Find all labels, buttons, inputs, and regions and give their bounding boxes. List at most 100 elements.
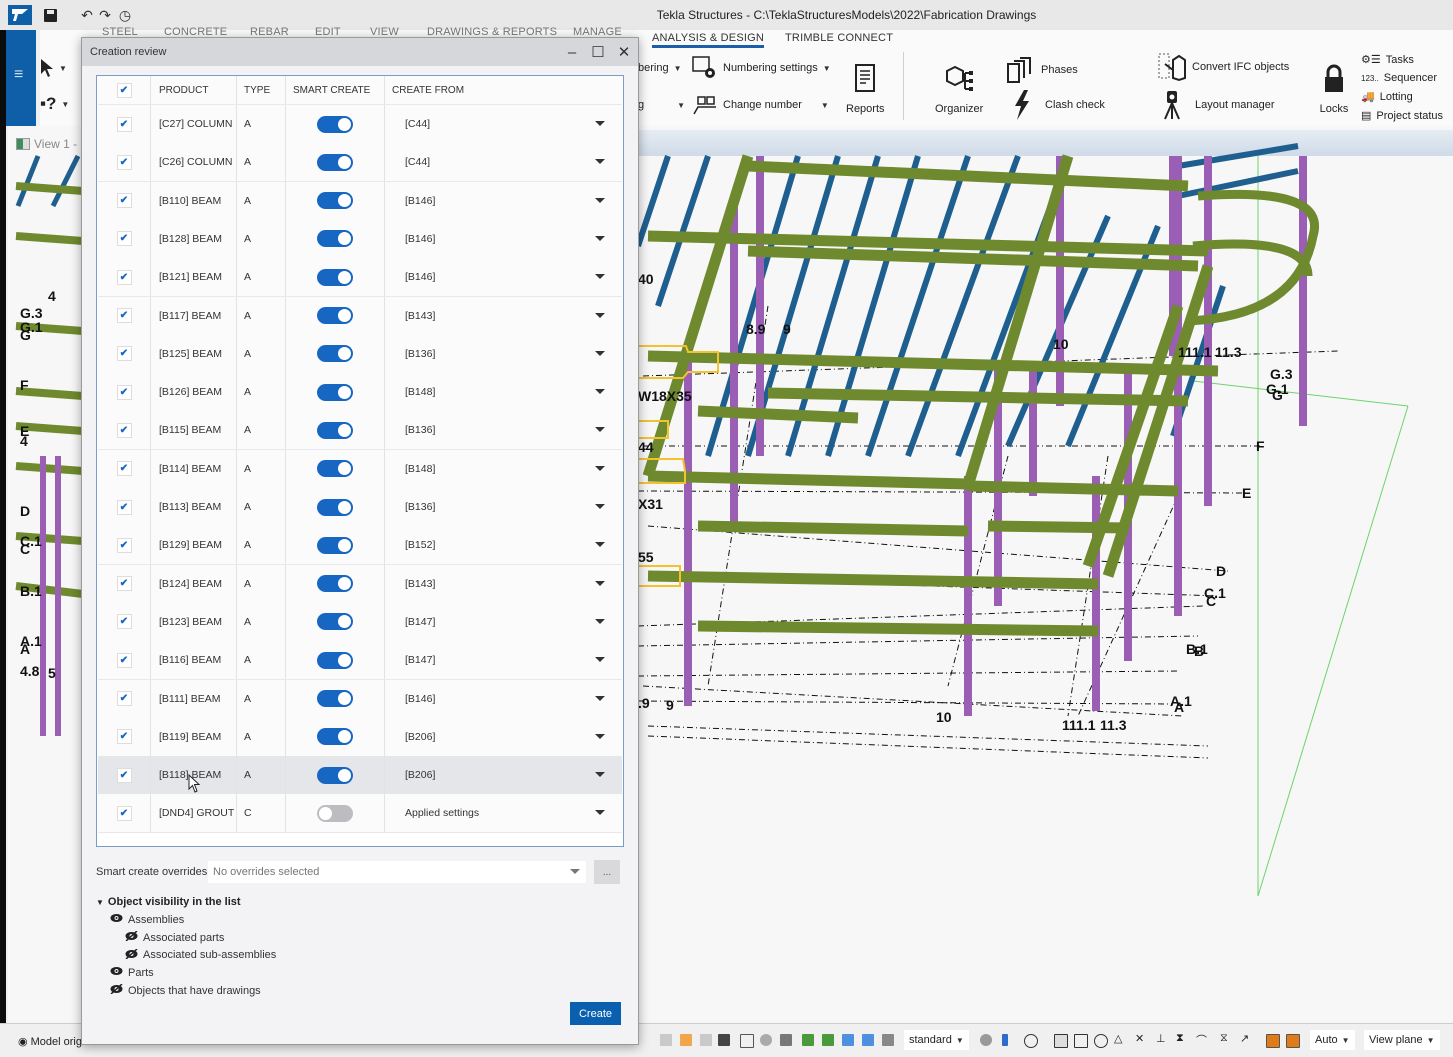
auto-dropdown[interactable]: Auto ▼ <box>1310 1030 1355 1050</box>
table-row[interactable]: ✔ [B121] BEAM A [B146] <box>98 258 622 298</box>
create-from-dropdown[interactable]: [B147] <box>385 603 622 641</box>
select-icon[interactable] <box>1002 1034 1008 1046</box>
snap-icon[interactable] <box>740 1034 754 1048</box>
filter-icon[interactable] <box>980 1034 992 1046</box>
visibility-item[interactable]: Assemblies <box>96 911 616 929</box>
numbering-settings-button[interactable]: Numbering settings ▼ <box>692 56 831 80</box>
table-row[interactable]: ✔ [DND4] GROUT C Applied settings <box>98 794 622 834</box>
snap-icon[interactable] <box>882 1034 894 1046</box>
snap-perpendicular-icon[interactable]: ⊥ <box>1156 1032 1166 1045</box>
table-row[interactable]: ✔ [B125] BEAM A [B136] <box>98 334 622 374</box>
snap-icon[interactable] <box>760 1034 772 1046</box>
model-origin-selector[interactable]: ◉ Model orig <box>18 1035 82 1049</box>
smart-create-toggle[interactable] <box>317 613 353 631</box>
create-from-dropdown[interactable]: [C44] <box>385 105 622 143</box>
row-checkbox[interactable]: ✔ <box>116 499 132 515</box>
dialog-title-bar[interactable]: Creation review – ☐ ✕ <box>82 38 638 66</box>
create-from-dropdown[interactable]: [C44] <box>385 143 622 181</box>
table-row[interactable]: ✔ [B111] BEAM A [B146] <box>98 679 622 719</box>
minimize-button[interactable]: – <box>561 42 583 62</box>
organizer-button[interactable]: Organizer <box>935 62 983 115</box>
create-from-dropdown[interactable]: [B136] <box>385 335 622 373</box>
smart-create-toggle[interactable] <box>317 153 353 171</box>
create-from-dropdown[interactable]: [B148] <box>385 450 622 488</box>
smart-create-toggle[interactable] <box>317 651 353 669</box>
create-from-dropdown[interactable]: [B136] <box>385 411 622 449</box>
column-header-create-from[interactable]: CREATE FROM <box>385 76 622 104</box>
snap-icon[interactable] <box>842 1034 854 1046</box>
smart-create-toggle[interactable] <box>317 268 353 286</box>
table-row[interactable]: ✔ [B129] BEAM A [B152] <box>98 526 622 566</box>
create-from-dropdown[interactable]: Applied settings <box>385 794 622 832</box>
snap-point-icon[interactable] <box>1266 1034 1280 1048</box>
view-plane-dropdown[interactable]: View plane ▼ <box>1364 1030 1440 1050</box>
tab-analysis-design[interactable]: ANALYSIS & DESIGN <box>652 32 765 48</box>
snap-icon[interactable] <box>660 1034 672 1046</box>
table-row[interactable]: ✔ [B114] BEAM A [B148] <box>98 449 622 489</box>
overrides-select[interactable]: No overrides selected <box>208 861 586 883</box>
snap-square-icon[interactable] <box>1074 1034 1088 1048</box>
table-row[interactable]: ✔ [B128] BEAM A [B146] <box>98 219 622 259</box>
smart-create-toggle[interactable] <box>317 383 353 401</box>
column-header-type[interactable]: TYPE <box>237 76 286 104</box>
smart-create-toggle[interactable] <box>317 690 353 707</box>
row-checkbox[interactable]: ✔ <box>116 537 132 553</box>
row-checkbox[interactable]: ✔ <box>116 422 132 438</box>
eye-icon[interactable] <box>1024 1034 1038 1048</box>
clash-check-button[interactable]: Clash check <box>1012 90 1105 120</box>
tab-trimble-connect[interactable]: TRIMBLE CONNECT <box>785 32 893 44</box>
create-from-dropdown[interactable]: [B146] <box>385 220 622 258</box>
locks-button[interactable]: Locks <box>1318 62 1350 115</box>
select-tool[interactable]: ▼ <box>40 58 67 78</box>
visibility-item[interactable]: Parts <box>96 964 616 982</box>
layout-manager-button[interactable]: Layout manager <box>1162 90 1275 120</box>
table-row[interactable]: ✔ [B119] BEAM A [B206] <box>98 717 622 757</box>
standard-dropdown[interactable]: standard ▼ <box>904 1030 969 1050</box>
row-checkbox[interactable]: ✔ <box>116 767 132 783</box>
snap-any-icon[interactable] <box>1286 1034 1300 1048</box>
snap-line-icon[interactable]: ⌒ <box>1196 1032 1207 1048</box>
table-row[interactable]: ✔ [B110] BEAM A [B146] <box>98 181 622 221</box>
row-checkbox[interactable]: ✔ <box>116 193 132 209</box>
table-row[interactable]: ✔ [B118] BEAM A [B206] <box>98 756 622 796</box>
numbering-button[interactable]: bering ▼ <box>638 62 682 74</box>
smart-create-toggle[interactable] <box>317 498 353 516</box>
create-from-dropdown[interactable]: [B146] <box>385 182 622 220</box>
project-status-button[interactable]: ▤ Project status <box>1361 109 1443 123</box>
create-button[interactable]: Create <box>570 1002 621 1025</box>
snap-hourglass-icon[interactable]: ⧖ <box>1220 1032 1228 1045</box>
smart-create-toggle[interactable] <box>317 421 353 439</box>
snap-box-icon[interactable] <box>1054 1034 1068 1048</box>
smart-create-toggle[interactable] <box>317 460 353 478</box>
create-from-dropdown[interactable]: [B146] <box>385 680 622 718</box>
table-row[interactable]: ✔ [B124] BEAM A [B143] <box>98 564 622 604</box>
row-checkbox[interactable]: ✔ <box>116 116 132 132</box>
snap-icon[interactable] <box>700 1034 712 1046</box>
table-row[interactable]: ✔ [B113] BEAM A [B136] <box>98 488 622 527</box>
row-checkbox[interactable]: ✔ <box>116 461 132 477</box>
row-checkbox[interactable]: ✔ <box>116 346 132 362</box>
create-from-dropdown[interactable]: [B148] <box>385 373 622 411</box>
smart-create-toggle[interactable] <box>317 575 353 593</box>
visibility-item[interactable]: Associated sub-assemblies <box>96 946 616 964</box>
eye-off-icon[interactable] <box>125 948 138 962</box>
tasks-button[interactable]: ⚙☰ Tasks <box>1361 53 1414 67</box>
visibility-item[interactable]: Objects that have drawings <box>96 982 616 1000</box>
object-visibility-toggle[interactable]: ▼ Object visibility in the list <box>96 893 616 911</box>
create-from-dropdown[interactable]: [B143] <box>385 297 622 335</box>
create-from-dropdown[interactable]: [B206] <box>385 756 622 794</box>
smart-create-toggle[interactable] <box>317 115 353 133</box>
snap-circle-icon[interactable] <box>1094 1034 1108 1048</box>
maximize-button[interactable]: ☐ <box>587 42 609 62</box>
snap-cross-icon[interactable]: ✕ <box>1135 1032 1144 1045</box>
table-row[interactable]: ✔ [B126] BEAM A [B148] <box>98 373 622 413</box>
row-checkbox[interactable]: ✔ <box>116 576 132 592</box>
row-checkbox[interactable]: ✔ <box>116 691 132 706</box>
table-row[interactable]: ✔ [C26] COLUMN A [C44] <box>98 143 622 183</box>
create-from-dropdown[interactable]: [B147] <box>385 641 622 679</box>
eye-off-icon[interactable] <box>125 931 138 944</box>
smart-create-toggle[interactable] <box>317 536 353 554</box>
help-tool[interactable]: ▪? ▼ <box>40 94 69 114</box>
convert-ifc-button[interactable]: Convert IFC objects <box>1157 52 1289 82</box>
snap-icon[interactable] <box>680 1034 692 1046</box>
